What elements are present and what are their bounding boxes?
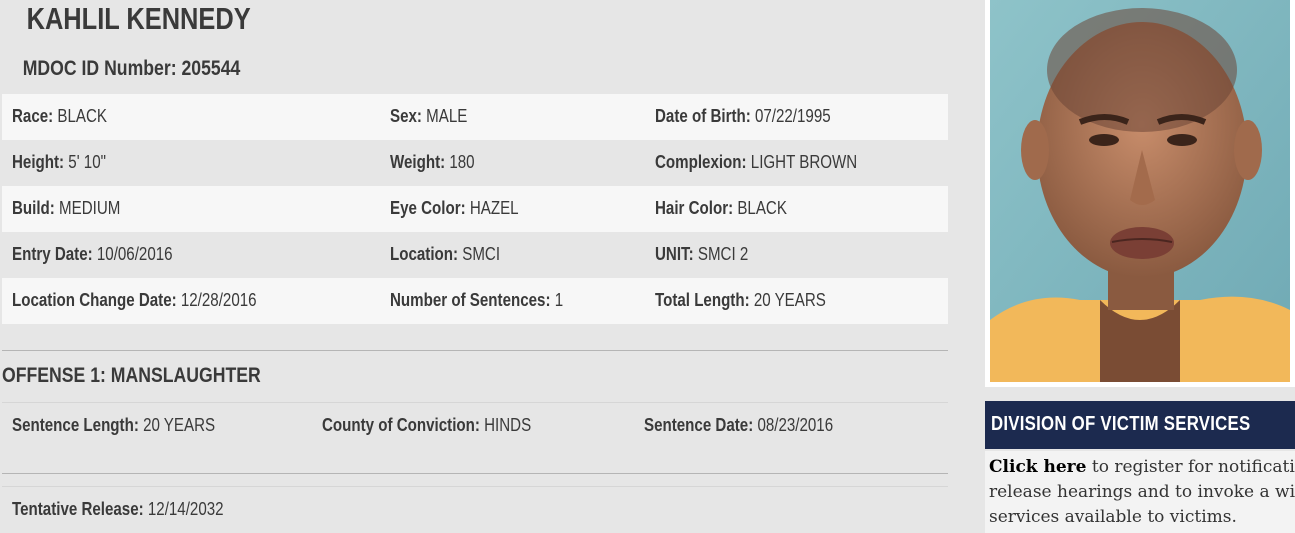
weight-label: Weight:: [390, 152, 446, 172]
register-link[interactable]: Click here: [989, 457, 1086, 477]
divider: [2, 473, 948, 474]
weight-field: Weight: 180: [390, 152, 475, 173]
complexion-label: Complexion:: [655, 152, 747, 172]
entry-date-value: 10/06/2016: [96, 244, 173, 264]
mdoc-id-value: 205544: [181, 57, 241, 80]
offense-row: Sentence Length: 20 YEARS County of Conv…: [2, 402, 948, 449]
race-field: Race: BLACK: [12, 106, 107, 127]
mugshot-image: [990, 0, 1290, 382]
total-length-field: Total Length: 20 YEARS: [655, 290, 826, 311]
inmate-photo: [985, 0, 1295, 387]
details-row: Location Change Date: 12/28/2016 Number o…: [2, 278, 948, 324]
number-of-sentences-field: Number of Sentences: 1: [390, 290, 563, 311]
location-change-date-value: 12/28/2016: [180, 290, 257, 310]
location-field: Location: SMCI: [390, 244, 500, 265]
location-change-date-label: Location Change Date:: [12, 290, 177, 310]
sex-label: Sex:: [390, 106, 422, 126]
county-of-conviction: County of Conviction: HINDS: [322, 415, 532, 435]
unit-value: SMCI 2: [697, 244, 749, 264]
victim-services-text: Click here to register for notification …: [989, 455, 1295, 530]
eye-color-field: Eye Color: HAZEL: [390, 198, 519, 219]
sex-field: Sex: MALE: [390, 106, 467, 127]
date-of-birth-label: Date of Birth:: [655, 106, 751, 126]
eye-color-label: Eye Color:: [390, 198, 466, 218]
build-field: Build: MEDIUM: [12, 198, 120, 219]
sentence-date: Sentence Date: 08/23/2016: [644, 415, 834, 435]
location-label: Location:: [390, 244, 459, 264]
details-row: Build: MEDIUM Eye Color: HAZEL Hair Color:…: [2, 186, 948, 232]
victim-services-header: DIVISION OF VICTIM SERVICES: [985, 401, 1295, 449]
height-field: Height: 5' 10": [12, 152, 106, 173]
details-row: Height: 5' 10" Weight: 180 Complexion: LIG…: [2, 140, 948, 186]
height-value: 5' 10": [68, 152, 106, 172]
entry-date-label: Entry Date:: [12, 244, 93, 264]
build-label: Build:: [12, 198, 55, 218]
offense-title: OFFENSE 1: MANSLAUGHTER: [2, 364, 261, 387]
eye-color-value: HAZEL: [469, 198, 519, 218]
height-label: Height:: [12, 152, 65, 172]
sex-value: MALE: [426, 106, 468, 126]
total-length-value: 20 YEARS: [753, 290, 826, 310]
details-row: Entry Date: 10/06/2016 Location: SMCI UNIT…: [2, 232, 948, 278]
location-change-date-field: Location Change Date: 12/28/2016: [12, 290, 257, 311]
hair-color-value: BLACK: [737, 198, 787, 218]
mdoc-id-label: MDOC ID Number:: [22, 57, 177, 80]
race-label: Race:: [12, 106, 54, 126]
number-of-sentences-value: 1: [554, 290, 564, 310]
hair-color-label: Hair Color:: [655, 198, 734, 218]
entry-date-field: Entry Date: 10/06/2016: [12, 244, 173, 265]
build-value: MEDIUM: [59, 198, 121, 218]
location-value: SMCI: [462, 244, 501, 264]
weight-value: 180: [449, 152, 475, 172]
victim-services-body: Click here to register for notification …: [985, 451, 1295, 533]
date-of-birth-value: 07/22/1995: [754, 106, 831, 126]
hair-color-field: Hair Color: BLACK: [655, 198, 787, 219]
victim-services-title: DIVISION OF VICTIM SERVICES: [991, 413, 1251, 435]
unit-label: UNIT:: [655, 244, 694, 264]
release-row: Tentative Release: 12/14/2032: [2, 486, 948, 533]
tentative-release: Tentative Release: 12/14/2032: [12, 499, 224, 519]
number-of-sentences-label: Number of Sentences:: [390, 290, 551, 310]
total-length-label: Total Length:: [655, 290, 750, 310]
mdoc-id: MDOC ID Number: 205544: [23, 57, 241, 81]
race-value: BLACK: [57, 106, 107, 126]
details-row: Race: BLACK Sex: MALE Date of Birth: 07/22…: [2, 94, 948, 140]
complexion-value: LIGHT BROWN: [750, 152, 858, 172]
details-table: Race: BLACK Sex: MALE Date of Birth: 07/22…: [2, 94, 948, 324]
date-of-birth-field: Date of Birth: 07/22/1995: [655, 106, 831, 127]
divider: [2, 350, 948, 351]
unit-field: UNIT: SMCI 2: [655, 244, 748, 265]
complexion-field: Complexion: LIGHT BROWN: [655, 152, 857, 173]
sentence-length: Sentence Length: 20 YEARS: [12, 415, 216, 435]
inmate-name: KAHLIL KENNEDY: [26, 1, 251, 36]
